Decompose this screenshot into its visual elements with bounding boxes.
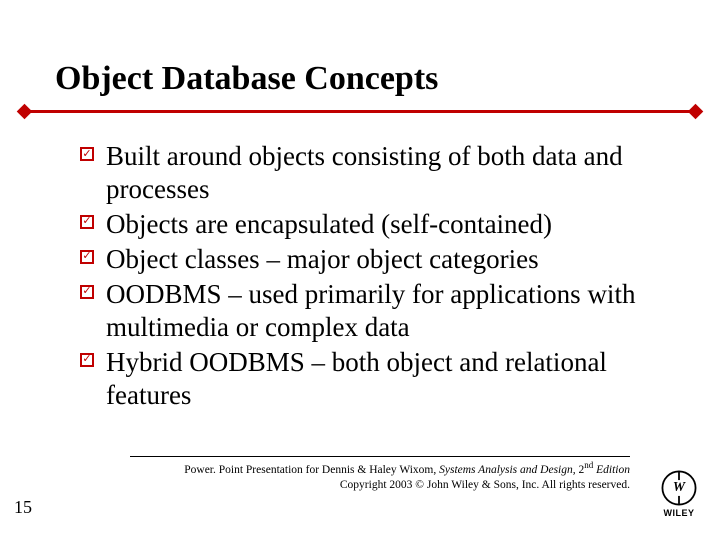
logo-text: WILEY bbox=[656, 508, 702, 518]
list-item: Objects are encapsulated (self-contained… bbox=[80, 208, 660, 241]
checkbox-icon bbox=[80, 250, 94, 264]
checkbox-icon bbox=[80, 285, 94, 299]
bullet-text: Hybrid OODBMS – both object and relation… bbox=[106, 347, 607, 410]
bullet-list: Built around objects consisting of both … bbox=[80, 140, 660, 414]
footer-rule bbox=[130, 456, 630, 457]
list-item: Hybrid OODBMS – both object and relation… bbox=[80, 346, 660, 412]
list-item: Object classes – major object categories bbox=[80, 243, 660, 276]
footer-edition-suffix: nd bbox=[584, 460, 593, 470]
checkbox-icon bbox=[80, 147, 94, 161]
list-item: OODBMS – used primarily for applications… bbox=[80, 278, 660, 344]
bullet-text: Object classes – major object categories bbox=[106, 244, 539, 274]
checkbox-icon bbox=[80, 353, 94, 367]
svg-text:W: W bbox=[673, 479, 686, 494]
slide-number: 15 bbox=[14, 497, 32, 518]
footer-book-title: Systems Analysis and Design, bbox=[439, 464, 578, 476]
publisher-logo: W WILEY bbox=[656, 470, 702, 522]
red-line bbox=[22, 110, 698, 113]
bullet-text: Objects are encapsulated (self-contained… bbox=[106, 209, 552, 239]
footer-prefix: Power. Point Presentation for Dennis & H… bbox=[184, 464, 439, 476]
footer-line-1: Power. Point Presentation for Dennis & H… bbox=[130, 460, 630, 478]
wiley-icon: W bbox=[661, 470, 697, 506]
bullet-text: OODBMS – used primarily for applications… bbox=[106, 279, 635, 342]
slide-title: Object Database Concepts bbox=[55, 60, 438, 98]
diamond-icon bbox=[688, 104, 704, 120]
list-item: Built around objects consisting of both … bbox=[80, 140, 660, 206]
checkbox-icon bbox=[80, 215, 94, 229]
slide: Object Database Concepts Built around ob… bbox=[0, 0, 720, 540]
footer-text: Power. Point Presentation for Dennis & H… bbox=[130, 460, 630, 493]
footer-edition-tail: Edition bbox=[593, 464, 630, 476]
bullet-text: Built around objects consisting of both … bbox=[106, 141, 623, 204]
footer-line-2: Copyright 2003 © John Wiley & Sons, Inc.… bbox=[130, 478, 630, 493]
